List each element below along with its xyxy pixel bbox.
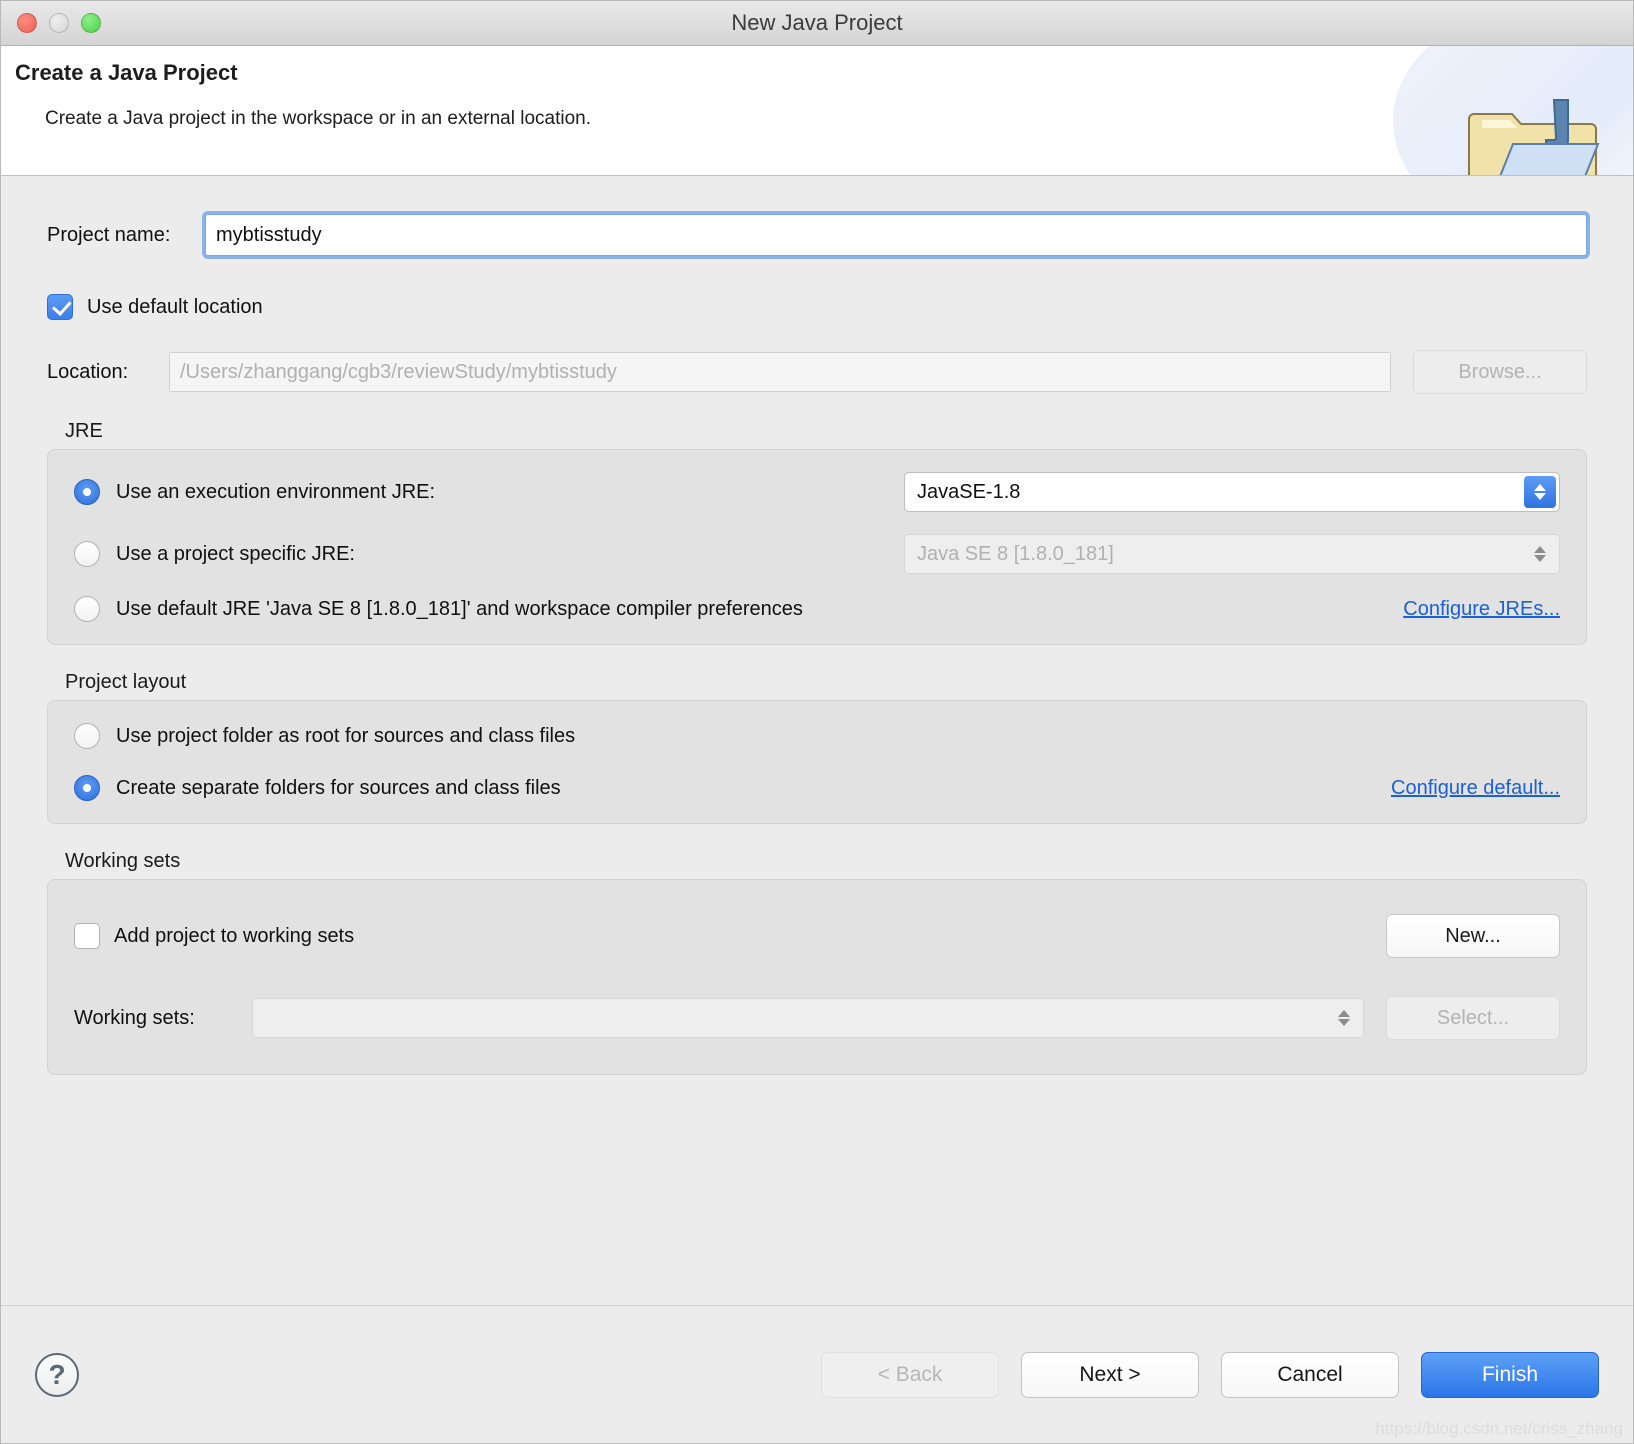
add-to-working-sets-checkbox[interactable] — [74, 923, 100, 949]
working-sets-combo-wrap — [252, 998, 1364, 1038]
project-layout-group: Project layout Use project folder as roo… — [47, 671, 1587, 824]
layout-root-radio[interactable] — [74, 723, 100, 749]
dialog-header: Create a Java Project Create a Java proj… — [1, 46, 1633, 176]
window-title: New Java Project — [731, 10, 903, 35]
zoom-button[interactable] — [81, 13, 101, 33]
minimize-button[interactable] — [49, 13, 69, 33]
layout-separate-option[interactable]: Create separate folders for sources and … — [74, 775, 1391, 801]
window-titlebar: New Java Project — [1, 1, 1633, 46]
execution-environment-value: JavaSE-1.8 — [917, 480, 1021, 503]
java-project-folder-icon — [1468, 92, 1603, 175]
project-name-row: Project name: mybtisstudy — [47, 214, 1587, 256]
layout-root-label: Use project folder as root for sources a… — [116, 724, 576, 747]
execution-environment-combo[interactable]: JavaSE-1.8 — [904, 472, 1560, 512]
layout-root-row: Use project folder as root for sources a… — [74, 723, 1560, 749]
working-sets-stepper-icon[interactable] — [1328, 1002, 1360, 1034]
project-layout-group-box: Use project folder as root for sources a… — [47, 700, 1587, 824]
working-sets-select-row: Working sets: Select... — [74, 996, 1560, 1040]
configure-default-link[interactable]: Configure default... — [1391, 777, 1560, 799]
execution-environment-stepper-icon[interactable] — [1524, 476, 1556, 508]
finish-button[interactable]: Finish — [1421, 1351, 1599, 1398]
jre-execution-environment-row: Use an execution environment JRE: JavaSE… — [74, 472, 1560, 512]
jre-project-specific-label: Use a project specific JRE: — [116, 542, 355, 565]
working-sets-group-box: Add project to working sets New... Worki… — [47, 879, 1587, 1075]
jre-default-option[interactable]: Use default JRE 'Java SE 8 [1.8.0_181]' … — [74, 596, 1174, 622]
use-default-location-row[interactable]: Use default location — [47, 294, 1587, 320]
project-name-input[interactable]: mybtisstudy — [205, 214, 1587, 256]
add-to-working-sets-option[interactable]: Add project to working sets — [74, 923, 1386, 949]
use-default-location-checkbox[interactable] — [47, 294, 73, 320]
dialog-footer: ? < Back Next > Cancel Finish https://bl… — [1, 1305, 1633, 1443]
window-controls — [1, 13, 101, 33]
jre-default-label: Use default JRE 'Java SE 8 [1.8.0_181]' … — [116, 597, 803, 620]
project-layout-group-title: Project layout — [65, 671, 187, 693]
browse-button[interactable]: Browse... — [1413, 350, 1587, 394]
add-to-working-sets-label: Add project to working sets — [114, 924, 355, 947]
location-input[interactable]: /Users/zhanggang/cgb3/reviewStudy/mybtis… — [169, 352, 1391, 392]
back-button[interactable]: < Back — [821, 1351, 999, 1398]
configure-jres-link[interactable]: Configure JREs... — [1403, 598, 1560, 620]
location-label: Location: — [47, 360, 129, 383]
execution-environment-combo-wrap: JavaSE-1.8 — [904, 472, 1560, 512]
jre-project-specific-option[interactable]: Use a project specific JRE: — [74, 541, 904, 567]
configure-jres-wrap: Configure JREs... — [1174, 598, 1560, 621]
new-java-project-dialog: New Java Project Create a Java Project C… — [0, 0, 1634, 1444]
layout-separate-row: Create separate folders for sources and … — [74, 775, 1560, 801]
working-sets-group: Working sets Add project to working sets… — [47, 850, 1587, 1075]
jre-execution-environment-radio[interactable] — [74, 479, 100, 505]
project-specific-jre-combo[interactable]: Java SE 8 [1.8.0_181] — [904, 534, 1560, 574]
layout-root-option[interactable]: Use project folder as root for sources a… — [74, 723, 1560, 749]
close-button[interactable] — [17, 13, 37, 33]
page-title: Create a Java Project — [15, 60, 238, 85]
jre-execution-environment-option[interactable]: Use an execution environment JRE: — [74, 479, 904, 505]
layout-separate-radio[interactable] — [74, 775, 100, 801]
select-working-set-button[interactable]: Select... — [1386, 996, 1560, 1040]
jre-group-box: Use an execution environment JRE: JavaSE… — [47, 449, 1587, 645]
watermark-text: https://blog.csdn.net/criss_zhang — [1375, 1419, 1623, 1438]
cancel-button[interactable]: Cancel — [1221, 1351, 1399, 1398]
jre-project-specific-radio[interactable] — [74, 541, 100, 567]
location-row: Location: /Users/zhanggang/cgb3/reviewSt… — [47, 350, 1587, 394]
project-specific-stepper-icon[interactable] — [1524, 538, 1556, 570]
dialog-body: Project name: mybtisstudy Use default lo… — [1, 176, 1633, 1286]
jre-default-radio[interactable] — [74, 596, 100, 622]
layout-separate-label: Create separate folders for sources and … — [116, 776, 561, 799]
jre-group-title: JRE — [65, 420, 103, 442]
new-working-set-button[interactable]: New... — [1386, 914, 1560, 958]
working-sets-combo-label: Working sets: — [74, 1006, 195, 1029]
use-default-location-label: Use default location — [87, 295, 263, 318]
add-to-working-sets-row: Add project to working sets New... — [74, 914, 1560, 958]
jre-project-specific-row: Use a project specific JRE: Java SE 8 [1… — [74, 534, 1560, 574]
working-sets-combo[interactable] — [252, 998, 1364, 1038]
working-sets-group-title: Working sets — [65, 850, 181, 872]
project-name-label: Project name: — [47, 223, 171, 246]
jre-execution-environment-label: Use an execution environment JRE: — [116, 480, 436, 503]
project-specific-jre-value: Java SE 8 [1.8.0_181] — [917, 542, 1114, 565]
next-button[interactable]: Next > — [1021, 1351, 1199, 1398]
jre-default-row: Use default JRE 'Java SE 8 [1.8.0_181]' … — [74, 596, 1560, 622]
configure-default-wrap: Configure default... — [1391, 777, 1560, 800]
help-icon[interactable]: ? — [35, 1352, 79, 1397]
project-specific-combo-wrap: Java SE 8 [1.8.0_181] — [904, 534, 1560, 574]
jre-group: JRE Use an execution environment JRE: Ja… — [47, 420, 1587, 645]
